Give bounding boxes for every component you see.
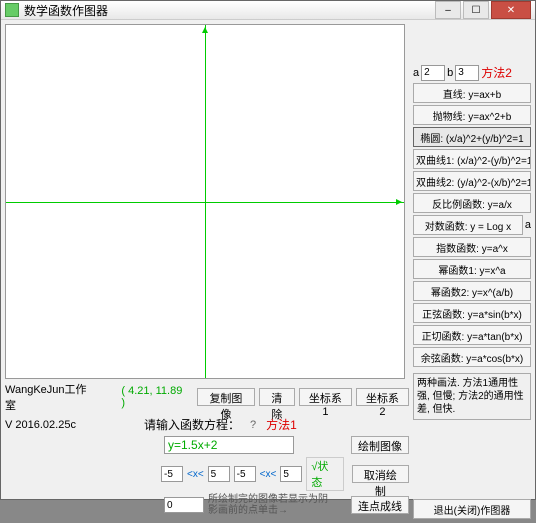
x2-lo-input[interactable] <box>234 466 256 482</box>
coord2-button[interactable]: 坐标系2 <box>356 388 409 406</box>
connect-button[interactable]: 连点成线 <box>351 496 409 514</box>
app-window: 数学函数作图器 – ☐ ✕ WangKeJun工作室 ( 4.21, 11.89… <box>0 0 536 500</box>
method1-label: 方法1 <box>266 416 297 433</box>
zero-input[interactable] <box>164 497 204 513</box>
right-panel: a b 方法2 直线: y=ax+b 抛物线: y=ax^2+b 椭圆: (x/… <box>413 24 531 519</box>
status-badge: √状态 <box>306 457 344 491</box>
version-label: V 2016.02.25c <box>5 419 76 431</box>
fn-log-button[interactable]: 对数函数: y = Log x <box>413 215 523 235</box>
method2-label: 方法2 <box>481 64 512 81</box>
fn-ellipse-button[interactable]: 椭圆: (x/a)^2+(y/b)^2=1 <box>413 127 531 147</box>
range-op-2: <x< <box>260 469 277 480</box>
fn-pow1-button[interactable]: 幂函数1: y=x^a <box>413 259 531 279</box>
a-input[interactable] <box>421 65 445 81</box>
clear-button[interactable]: 清除 <box>259 388 295 406</box>
fn-line-button[interactable]: 直线: y=ax+b <box>413 83 531 103</box>
x1-hi-input[interactable] <box>208 466 230 482</box>
fn-parabola-button[interactable]: 抛物线: y=ax^2+b <box>413 105 531 125</box>
window-buttons: – ☐ ✕ <box>435 1 531 19</box>
ab-params: a b 方法2 <box>413 64 531 81</box>
a-label: a <box>413 67 419 79</box>
cursor-coords: ( 4.21, 11.89 ) <box>121 385 189 409</box>
b-label: b <box>447 67 453 79</box>
fn-hyperbola2-button[interactable]: 双曲线2: (y/a)^2-(x/b)^2=1 <box>413 171 531 191</box>
fn-hyperbola1-button[interactable]: 双曲线1: (x/a)^2-(y/b)^2=1 <box>413 149 531 169</box>
fn-pow2-button[interactable]: 幂函数2: y=x^(a/b) <box>413 281 531 301</box>
content-area: WangKeJun工作室 ( 4.21, 11.89 ) 复制图像 清除 坐标系… <box>1 20 535 523</box>
fn-cos-button[interactable]: 余弦函数: y=a*cos(b*x) <box>413 347 531 367</box>
left-panel: WangKeJun工作室 ( 4.21, 11.89 ) 复制图像 清除 坐标系… <box>5 24 409 519</box>
log-base-label: a <box>525 219 531 231</box>
fn-inverse-button[interactable]: 反比例函数: y=a/x <box>413 193 531 213</box>
minimize-button[interactable]: – <box>435 1 461 19</box>
cancel-draw-button[interactable]: 取消绘制 <box>352 465 409 483</box>
exit-button[interactable]: 退出(关闭)作图器 <box>413 499 531 519</box>
x1-lo-input[interactable] <box>161 466 183 482</box>
b-input[interactable] <box>455 65 479 81</box>
x-axis <box>6 202 404 203</box>
titlebar: 数学函数作图器 – ☐ ✕ <box>1 1 535 20</box>
fn-exp-button[interactable]: 指数函数: y=a^x <box>413 237 531 257</box>
copy-image-button[interactable]: 复制图像 <box>197 388 255 406</box>
plot-canvas[interactable] <box>5 24 405 379</box>
help-icon[interactable]: ? <box>250 419 256 431</box>
hint-text: 所绘制完的图像若显示为阴影画前的点单击→ <box>208 494 328 516</box>
x2-hi-input[interactable] <box>280 466 302 482</box>
range-op-1: <x< <box>187 469 204 480</box>
coord1-button[interactable]: 坐标系1 <box>299 388 352 406</box>
draw-button[interactable]: 绘制图像 <box>351 436 409 454</box>
fn-sin-button[interactable]: 正弦函数: y=a*sin(b*x) <box>413 303 531 323</box>
equation-prompt: 请输入函数方程： <box>144 416 240 433</box>
studio-name: WangKeJun工作室 <box>5 381 97 413</box>
fn-tan-button[interactable]: 正切函数: y=a*tan(b*x) <box>413 325 531 345</box>
method-note: 两种画法. 方法1通用性强, 但慢; 方法2的通用性差, 但快. <box>413 373 531 420</box>
close-button[interactable]: ✕ <box>491 1 531 19</box>
equation-input[interactable] <box>164 436 294 454</box>
app-icon <box>5 3 19 17</box>
maximize-button[interactable]: ☐ <box>463 1 489 19</box>
controls-area: WangKeJun工作室 ( 4.21, 11.89 ) 复制图像 清除 坐标系… <box>5 381 409 519</box>
window-title: 数学函数作图器 <box>24 2 435 19</box>
